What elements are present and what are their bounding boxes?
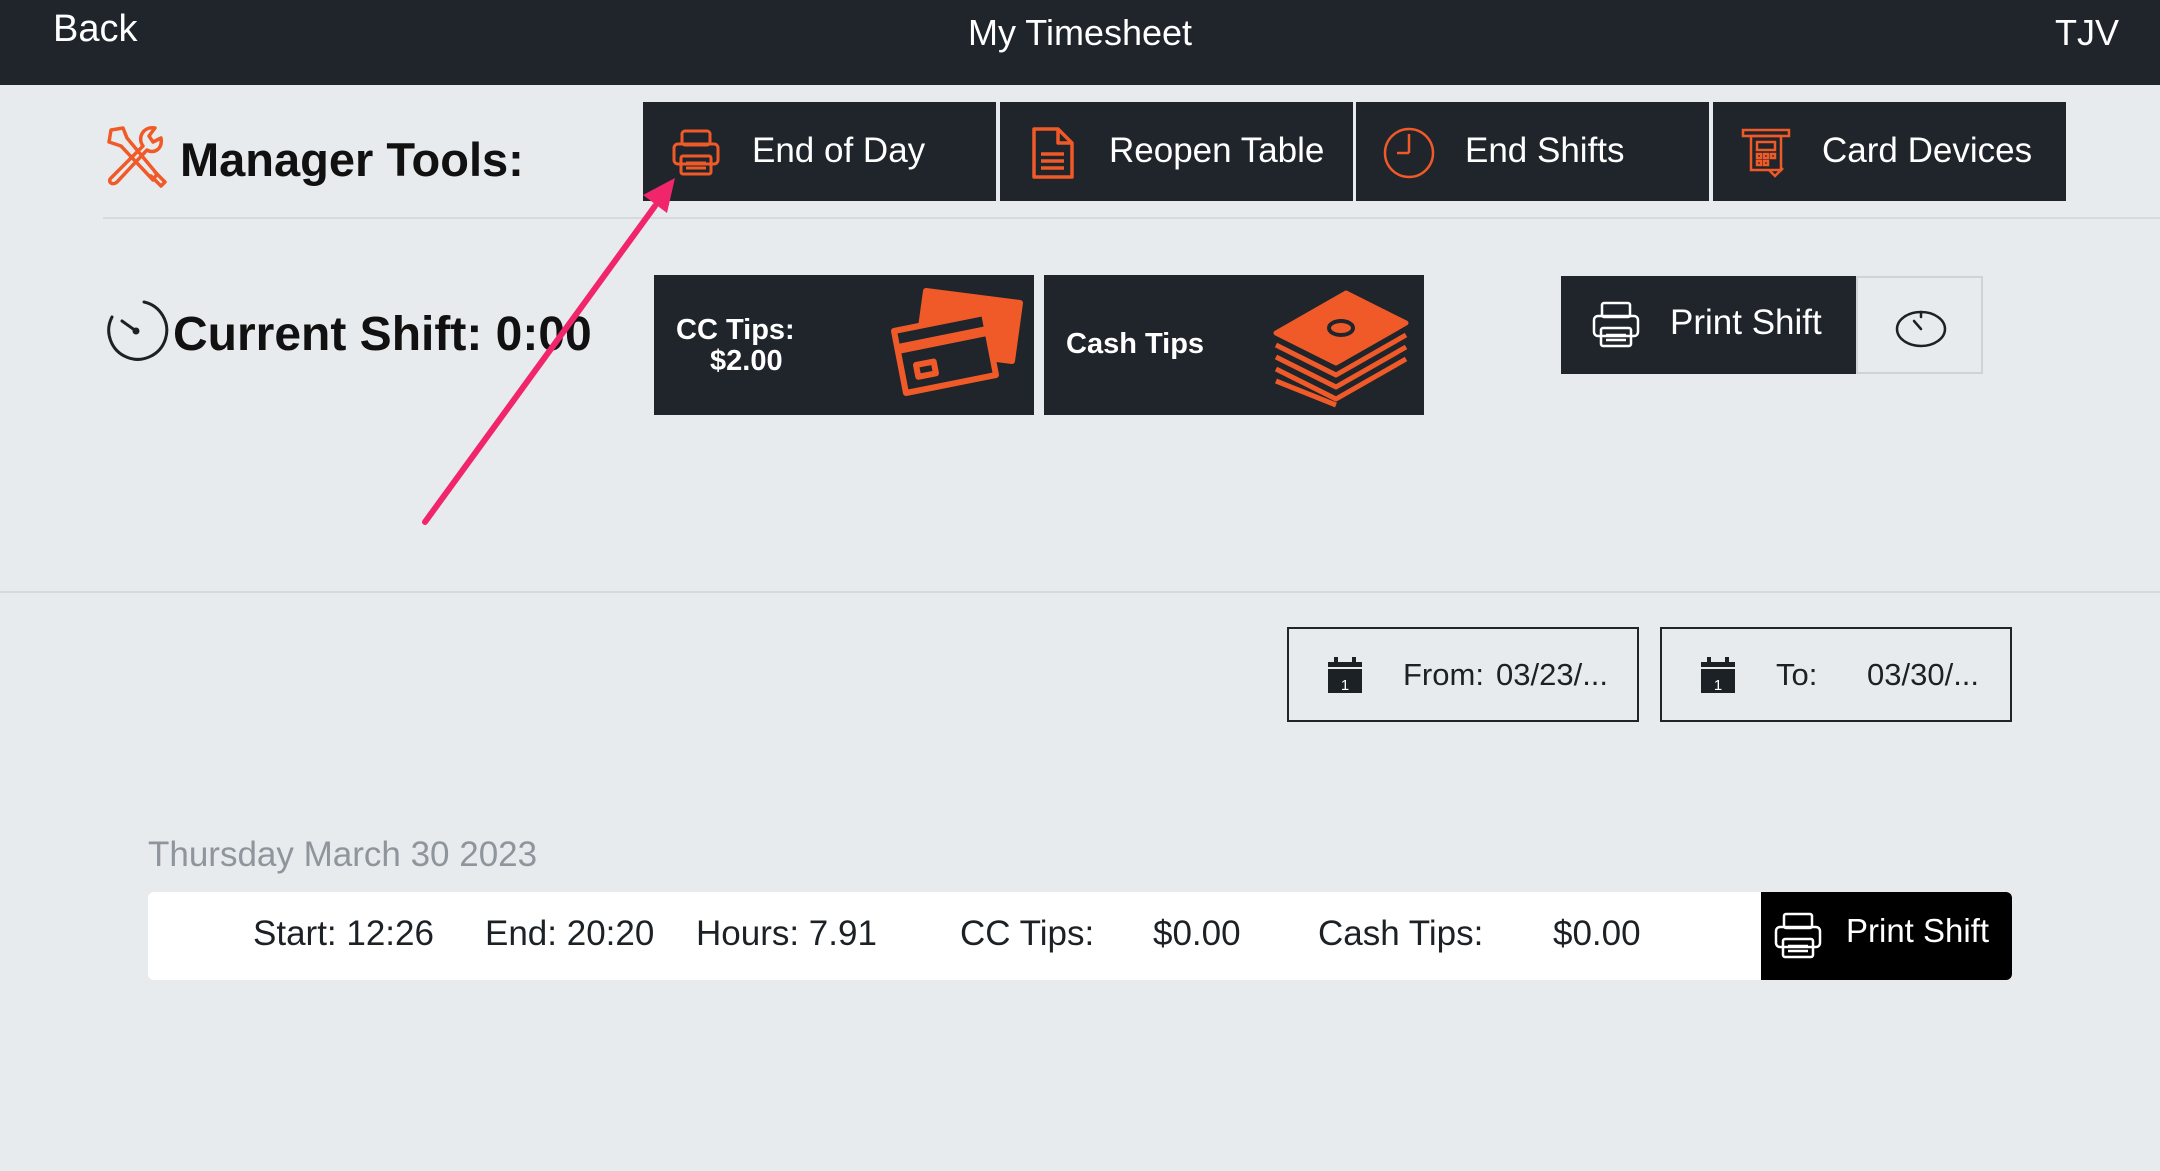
reopen-table-label: Reopen Table: [1109, 131, 1325, 170]
top-bar: Back My Timesheet TJV: [0, 0, 2160, 85]
cash-tips-card[interactable]: Cash Tips: [1044, 275, 1424, 415]
clock-icon: [1383, 127, 1435, 179]
shift-end: End: 20:20: [485, 914, 655, 953]
shift-cc-tips-label: CC Tips:: [960, 914, 1095, 953]
svg-text:1: 1: [1714, 677, 1722, 694]
page-title: My Timesheet: [967, 12, 1193, 53]
to-date-picker[interactable]: 1 To: 03/30/...: [1660, 627, 2012, 722]
print-shift-button[interactable]: Print Shift: [1561, 276, 1857, 374]
user-initials[interactable]: TJV: [2055, 12, 2119, 54]
divider: [103, 217, 2160, 219]
divider: [0, 591, 2160, 593]
print-shift-label: Print Shift: [1670, 303, 1822, 342]
current-shift-label: Current Shift: 0:00: [173, 308, 592, 361]
document-icon: [1032, 127, 1074, 179]
shift-cash-tips-value: $0.00: [1553, 914, 1641, 953]
credit-cards-icon: [891, 288, 1023, 396]
cc-tips-value: $2.00: [710, 345, 783, 377]
shift-row: Start: 12:26 End: 20:20 Hours: 7.91 CC T…: [148, 892, 2012, 980]
to-label: To:: [1776, 657, 1818, 692]
calendar-icon: 1: [1701, 657, 1735, 694]
shift-start: Start: 12:26: [253, 914, 434, 953]
cash-tips-label: Cash Tips: [1066, 328, 1205, 360]
end-shifts-label: End Shifts: [1465, 131, 1625, 170]
card-terminal-icon: [1741, 128, 1791, 178]
stopwatch-icon: [107, 300, 169, 361]
svg-text:1: 1: [1341, 677, 1349, 694]
shift-date-heading: Thursday March 30 2023: [148, 835, 538, 874]
from-value: 03/23/...: [1496, 657, 1609, 692]
tools-icon: [107, 126, 167, 188]
clock-in-out-button[interactable]: [1856, 276, 1983, 374]
end-of-day-button[interactable]: End of Day: [643, 102, 996, 201]
to-value: 03/30/...: [1867, 657, 1980, 692]
card-devices-label: Card Devices: [1822, 131, 2033, 170]
cc-tips-label: CC Tips:: [676, 314, 795, 346]
calendar-icon: 1: [1328, 657, 1362, 694]
reopen-table-button[interactable]: Reopen Table: [1000, 102, 1353, 201]
cc-tips-card[interactable]: CC Tips: $2.00: [654, 275, 1034, 415]
end-of-day-label: End of Day: [752, 131, 926, 170]
shift-cash-tips-label: Cash Tips:: [1318, 914, 1484, 953]
shift-hours: Hours: 7.91: [696, 914, 877, 953]
card-devices-button[interactable]: Card Devices: [1713, 102, 2066, 201]
from-label: From:: [1403, 657, 1484, 692]
stopwatch-icon: [1895, 310, 1947, 348]
from-date-picker[interactable]: 1 From: 03/23/...: [1287, 627, 1639, 722]
end-shifts-button[interactable]: End Shifts: [1356, 102, 1709, 201]
printer-icon: [1774, 912, 1822, 959]
printer-icon: [672, 129, 720, 176]
shift-print-label: Print Shift: [1846, 912, 1990, 949]
shift-cc-tips-value: $0.00: [1153, 914, 1241, 953]
manager-tools-label: Manager Tools:: [180, 133, 524, 186]
cash-stack-icon: [1273, 290, 1409, 408]
printer-icon: [1592, 301, 1640, 348]
shift-print-button[interactable]: Print Shift: [1761, 892, 2012, 980]
